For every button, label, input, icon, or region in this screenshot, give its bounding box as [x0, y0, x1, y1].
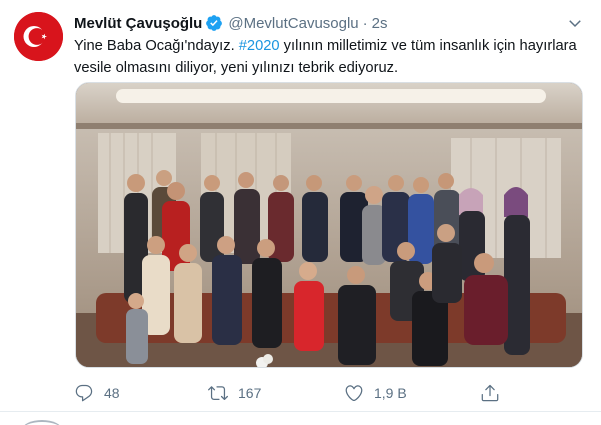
display-name[interactable]: Mevlüt Çavuşoğlu	[74, 15, 202, 32]
tweet-header: Mevlüt Çavuşoğlu @MevlutCavusoglu · 2s	[74, 13, 388, 33]
share-button[interactable]	[480, 380, 500, 406]
tweet-card[interactable]: Mevlüt Çavuşoğlu @MevlutCavusoglu · 2s Y…	[0, 0, 601, 412]
retweet-icon	[208, 386, 228, 401]
verified-badge-icon	[205, 14, 223, 32]
like-button[interactable]: 1,9 B	[344, 380, 407, 406]
chevron-down-icon[interactable]	[566, 14, 584, 32]
reply-count: 48	[104, 385, 120, 401]
heart-icon	[345, 385, 363, 402]
separator-dot: ·	[362, 14, 368, 32]
next-tweet-avatar	[22, 420, 62, 425]
tweet-text-part1: Yine Baba Ocağı'ndayız.	[74, 38, 239, 54]
share-icon	[481, 384, 499, 402]
tweet-photo[interactable]	[75, 82, 583, 368]
retweet-count: 167	[238, 385, 262, 401]
group-photo-image	[76, 83, 582, 367]
reply-button[interactable]: 48	[74, 380, 120, 406]
reply-icon	[75, 384, 93, 402]
tweet-actions: 48 167 1,9 B	[74, 380, 514, 406]
handle[interactable]: @MevlutCavusoglu	[228, 15, 358, 32]
like-count: 1,9 B	[374, 385, 407, 401]
tweet-text: Yine Baba Ocağı'ndayız. #2020 yılının mi…	[74, 35, 584, 79]
hashtag-link[interactable]: #2020	[239, 38, 280, 54]
turkish-flag-icon	[14, 12, 63, 61]
timestamp[interactable]: 2s	[372, 15, 388, 32]
retweet-button[interactable]: 167	[208, 380, 261, 406]
avatar[interactable]	[14, 12, 63, 61]
